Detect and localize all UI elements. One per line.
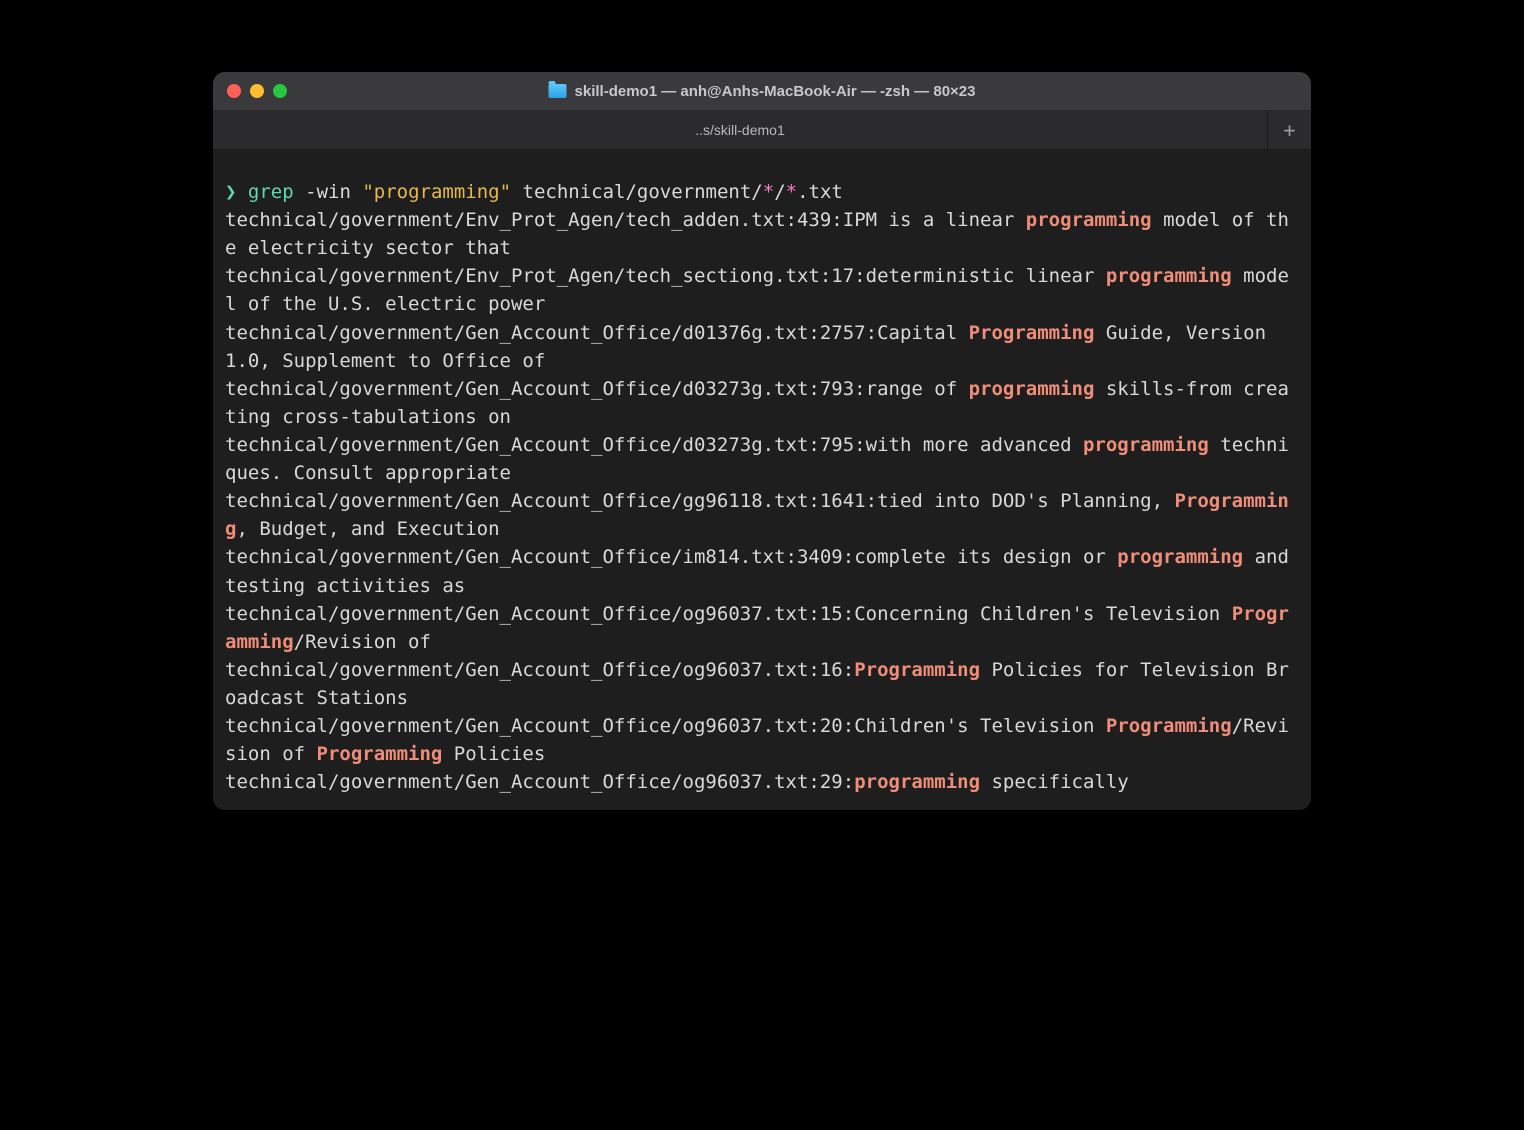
match-context: Concerning Children's Television <box>854 603 1232 625</box>
grep-result-line: technical/government/Gen_Account_Office/… <box>225 768 1299 796</box>
file-path: technical/government/Gen_Account_Office/… <box>225 603 808 625</box>
match-context: Children's Television <box>854 715 1106 737</box>
file-path: technical/government/Gen_Account_Office/… <box>225 322 808 344</box>
file-path: technical/government/Gen_Account_Office/… <box>225 490 808 512</box>
path-arg: technical/government/ <box>523 181 763 203</box>
tab-active[interactable]: ..s/skill-demo1 <box>213 110 1267 149</box>
command: grep <box>248 181 294 203</box>
match-highlight: programming <box>854 771 980 793</box>
grep-result-line: technical/government/Env_Prot_Agen/tech_… <box>225 206 1299 262</box>
match-highlight: programming <box>1117 546 1243 568</box>
match-context: deterministic linear <box>866 265 1106 287</box>
grep-result-line: technical/government/Env_Prot_Agen/tech_… <box>225 262 1299 318</box>
match-context: Policies <box>442 743 545 765</box>
match-context: Capital <box>877 322 969 344</box>
grep-result-line: technical/government/Gen_Account_Office/… <box>225 431 1299 487</box>
search-string: "programming" <box>362 181 511 203</box>
line-number: 20 <box>820 715 843 737</box>
match-context: , Budget, and Execution <box>236 518 499 540</box>
match-highlight: Programming <box>317 743 443 765</box>
folder-icon <box>549 84 567 98</box>
match-context: with more advanced <box>866 434 1083 456</box>
line-number: 2757 <box>820 322 866 344</box>
file-path: technical/government/Gen_Account_Office/… <box>225 715 808 737</box>
line-number: 16 <box>820 659 843 681</box>
match-context: range of <box>866 378 969 400</box>
match-context: /Revision of <box>294 631 431 653</box>
grep-result-line: technical/government/Gen_Account_Office/… <box>225 375 1299 431</box>
line-number: 795 <box>820 434 854 456</box>
match-context: specifically <box>980 771 1129 793</box>
grep-result-line: technical/government/Gen_Account_Office/… <box>225 656 1299 712</box>
window-title: skill-demo1 — anh@Anhs-MacBook-Air — -zs… <box>549 83 976 100</box>
line-number: 439 <box>797 209 831 231</box>
plus-icon: + <box>1283 118 1295 142</box>
file-path: technical/government/Gen_Account_Office/… <box>225 434 808 456</box>
line-number: 29 <box>820 771 843 793</box>
new-tab-button[interactable]: + <box>1267 110 1311 149</box>
line-number: 17 <box>831 265 854 287</box>
glob-icon: * <box>786 181 797 203</box>
traffic-lights <box>227 84 287 98</box>
line-number: 793 <box>820 378 854 400</box>
match-highlight: programming <box>1083 434 1209 456</box>
grep-result-line: technical/government/Gen_Account_Office/… <box>225 543 1299 599</box>
prompt-symbol: ❯ <box>225 181 236 203</box>
terminal-output[interactable]: ❯ grep -win "programming" technical/gove… <box>213 150 1311 810</box>
titlebar: skill-demo1 — anh@Anhs-MacBook-Air — -zs… <box>213 72 1311 110</box>
grep-result-line: technical/government/Gen_Account_Office/… <box>225 487 1299 543</box>
match-highlight: programming <box>1106 265 1232 287</box>
tab-bar: ..s/skill-demo1 + <box>213 110 1311 150</box>
match-highlight: Programming <box>969 322 1095 344</box>
zoom-icon[interactable] <box>273 84 287 98</box>
match-highlight: programming <box>969 378 1095 400</box>
glob-icon: * <box>763 181 774 203</box>
file-path: technical/government/Env_Prot_Agen/tech_… <box>225 209 786 231</box>
match-highlight: Programming <box>1106 715 1232 737</box>
close-icon[interactable] <box>227 84 241 98</box>
line-number: 1641 <box>820 490 866 512</box>
file-path: technical/government/Gen_Account_Office/… <box>225 378 808 400</box>
grep-result-line: technical/government/Gen_Account_Office/… <box>225 600 1299 656</box>
grep-result-line: technical/government/Gen_Account_Office/… <box>225 319 1299 375</box>
prompt-line: ❯ grep -win "programming" technical/gove… <box>225 178 1299 206</box>
window-title-text: skill-demo1 — anh@Anhs-MacBook-Air — -zs… <box>575 83 976 100</box>
file-path: technical/government/Gen_Account_Office/… <box>225 546 786 568</box>
match-context: complete its design or <box>854 546 1117 568</box>
line-number: 15 <box>820 603 843 625</box>
minimize-icon[interactable] <box>250 84 264 98</box>
tab-label: ..s/skill-demo1 <box>695 122 784 138</box>
grep-result-line: technical/government/Gen_Account_Office/… <box>225 712 1299 768</box>
file-path: technical/government/Gen_Account_Office/… <box>225 771 808 793</box>
match-highlight: programming <box>1026 209 1152 231</box>
file-path: technical/government/Gen_Account_Office/… <box>225 659 808 681</box>
file-path: technical/government/Env_Prot_Agen/tech_… <box>225 265 820 287</box>
match-context: tied into DOD's Planning, <box>877 490 1174 512</box>
terminal-window: skill-demo1 — anh@Anhs-MacBook-Air — -zs… <box>213 72 1311 810</box>
match-highlight: Programming <box>854 659 980 681</box>
line-number: 3409 <box>797 546 843 568</box>
match-context: IPM is a linear <box>843 209 1026 231</box>
flags: -win <box>305 181 351 203</box>
